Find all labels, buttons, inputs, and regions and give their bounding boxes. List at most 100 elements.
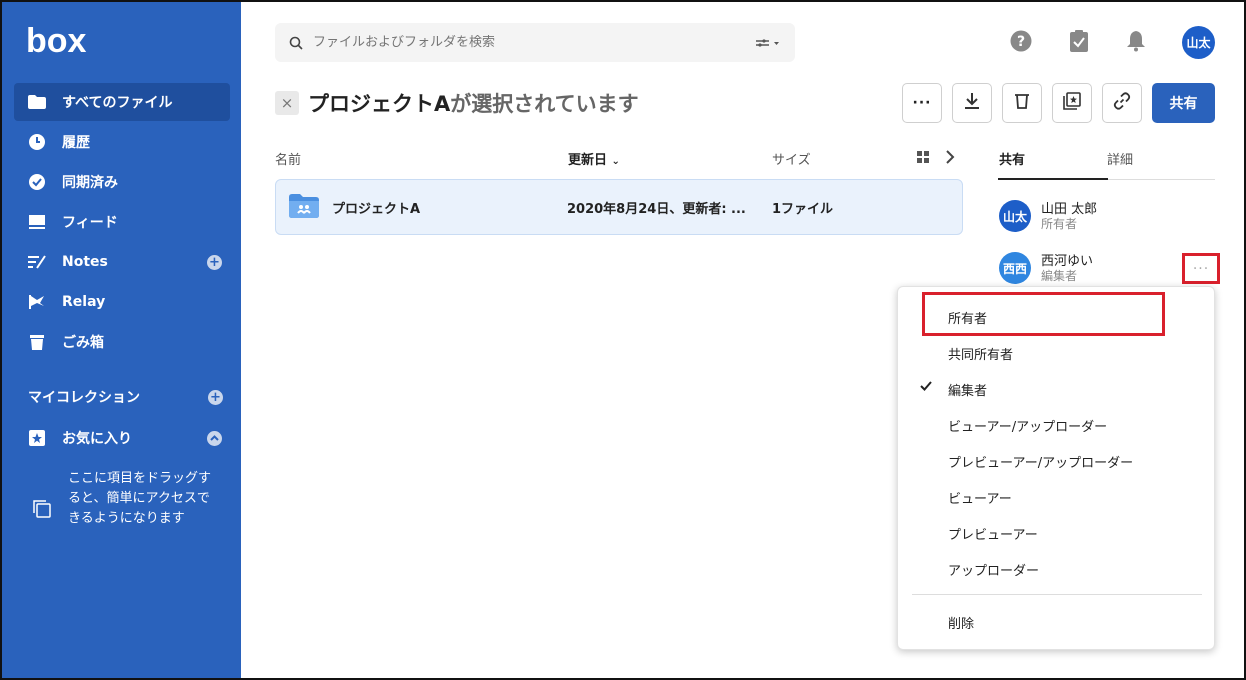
collaborator-owner: 山太 山田 太郎 所有者 xyxy=(999,198,1215,238)
star-collection-icon xyxy=(1063,92,1081,114)
column-header-updated-label: 更新日 xyxy=(568,153,608,168)
role-dropdown-menu: 所有者 共同所有者 編集者 ビューアー/アップローダー プレビューアー/アップロ… xyxy=(897,286,1215,650)
clear-selection-button[interactable]: × xyxy=(275,91,299,115)
chevron-right-icon[interactable] xyxy=(945,150,955,168)
sidebar-item-all-files[interactable]: すべてのファイル xyxy=(14,83,230,121)
sidebar-item-label: すべてのファイル xyxy=(62,95,173,111)
copy-icon xyxy=(32,499,52,529)
add-note-button[interactable]: + xyxy=(207,255,222,270)
menu-item-label: 削除 xyxy=(948,617,975,632)
menu-item-previewer[interactable]: プレビューアー xyxy=(898,515,1216,549)
sidebar-item-trash[interactable]: ごみ箱 xyxy=(14,323,230,361)
avatar: 西西 xyxy=(999,252,1031,284)
star-folder-icon xyxy=(26,427,48,449)
copy-link-button[interactable] xyxy=(1102,83,1142,123)
app-window: box すべてのファイル 履歴 同期済み フィード Notes + Relay … xyxy=(0,0,1246,680)
tasks-icon[interactable] xyxy=(1067,29,1091,53)
menu-divider xyxy=(912,594,1202,595)
share-button[interactable]: 共有 xyxy=(1152,83,1215,123)
sidebar-item-label: 同期済み xyxy=(62,175,118,191)
column-header-name[interactable]: 名前 xyxy=(275,149,301,168)
sidebar-item-notes[interactable]: Notes + xyxy=(14,243,230,281)
sidebar-item-feed[interactable]: フィード xyxy=(14,203,230,241)
svg-text:?: ? xyxy=(1017,34,1025,50)
download-icon xyxy=(964,92,980,114)
menu-item-label: プレビューアー/アップローダー xyxy=(948,456,1134,471)
sidebar-item-label: Relay xyxy=(62,294,106,310)
tab-active-indicator xyxy=(998,178,1108,180)
tab-details[interactable]: 詳細 xyxy=(1107,149,1133,168)
menu-item-viewer[interactable]: ビューアー xyxy=(898,479,1216,513)
row-name[interactable]: プロジェクトA xyxy=(332,198,420,217)
menu-item-label: ビューアー xyxy=(948,492,1012,507)
row-updated: 2020年8月24日、更新者: ... xyxy=(567,202,746,217)
menu-item-label: 共同所有者 xyxy=(948,348,1014,363)
table-row[interactable]: プロジェクトA 2020年8月24日、更新者: ... 1ファイル xyxy=(275,179,963,235)
menu-item-uploader[interactable]: アップローダー xyxy=(898,551,1216,585)
sidebar-item-label: フィード xyxy=(62,215,118,231)
clock-icon xyxy=(26,131,48,153)
brand-text: box xyxy=(26,24,87,58)
search-icon xyxy=(289,36,303,50)
tab-sharing[interactable]: 共有 xyxy=(999,149,1025,168)
more-icon: ··· xyxy=(912,95,932,111)
chevron-up-icon[interactable] xyxy=(207,431,222,446)
annotation-highlight-box xyxy=(922,292,1165,336)
trash-icon xyxy=(1014,92,1030,114)
feed-icon xyxy=(26,211,48,233)
sidebar-item-history[interactable]: 履歴 xyxy=(14,123,230,161)
download-button[interactable] xyxy=(952,83,992,123)
user-avatar[interactable]: 山太 xyxy=(1182,26,1215,59)
sidebar-item-label: 履歴 xyxy=(62,135,90,151)
sidebar: box すべてのファイル 履歴 同期済み フィード Notes + Relay … xyxy=(2,2,241,678)
sidebar-item-favorites[interactable]: お気に入り xyxy=(14,419,230,457)
folder-icon xyxy=(26,91,48,113)
collaborator-role: 編集者 xyxy=(1041,269,1078,283)
sidebar-item-relay[interactable]: Relay xyxy=(14,283,230,321)
bell-icon[interactable] xyxy=(1124,29,1148,53)
column-header-size[interactable]: サイズ xyxy=(772,149,811,168)
selection-suffix: が選択されています xyxy=(450,92,639,116)
favorites-drop-hint: ここに項目をドラッグすると、簡単にアクセスできるようになります xyxy=(32,469,222,529)
selected-item-name: プロジェクトA xyxy=(308,92,451,116)
menu-item-label: 編集者 xyxy=(948,384,988,399)
column-header-updated[interactable]: 更新日 ⌄ xyxy=(568,149,620,168)
more-icon: ··· xyxy=(1192,260,1210,277)
menu-item-remove[interactable]: 削除 xyxy=(898,604,1216,638)
menu-item-label: プレビューアー xyxy=(948,528,1038,543)
more-options-button[interactable]: ··· xyxy=(902,83,942,123)
shared-folder-icon xyxy=(289,194,319,222)
close-icon: × xyxy=(280,94,294,112)
filter-options-icon[interactable] xyxy=(755,35,781,54)
menu-item-editor[interactable]: 編集者 xyxy=(898,371,1216,405)
check-circle-icon xyxy=(26,171,48,193)
menu-item-co-owner[interactable]: 共同所有者 xyxy=(898,335,1216,369)
link-icon xyxy=(1113,92,1131,114)
grid-view-icon[interactable] xyxy=(917,151,930,168)
delete-button[interactable] xyxy=(1002,83,1042,123)
box-logo[interactable]: box xyxy=(26,22,88,62)
relay-icon xyxy=(26,291,48,313)
collections-header[interactable]: マイコレクション + xyxy=(28,387,223,407)
collaborator-options-button[interactable]: ··· xyxy=(1182,253,1220,284)
menu-item-viewer-uploader[interactable]: ビューアー/アップローダー xyxy=(898,407,1216,441)
menu-item-label: アップローダー xyxy=(948,564,1040,579)
row-size: 1ファイル xyxy=(772,202,834,217)
search-bar[interactable] xyxy=(275,23,795,62)
collections-title: マイコレクション xyxy=(28,390,140,406)
search-input[interactable] xyxy=(313,35,733,50)
menu-item-previewer-uploader[interactable]: プレビューアー/アップローダー xyxy=(898,443,1216,477)
help-icon[interactable]: ? xyxy=(1009,29,1033,53)
drop-hint-text: ここに項目をドラッグすると、簡単にアクセスできるようになります xyxy=(68,471,212,526)
sidebar-item-label: Notes xyxy=(62,254,108,270)
checkmark-icon xyxy=(919,379,933,397)
menu-item-label: ビューアー/アップローダー xyxy=(948,420,1108,435)
add-to-collection-button[interactable] xyxy=(1052,83,1092,123)
add-collection-button[interactable]: + xyxy=(208,390,223,405)
collaborator-role: 所有者 xyxy=(1041,217,1078,231)
avatar: 山太 xyxy=(999,200,1031,232)
sidebar-item-synced[interactable]: 同期済み xyxy=(14,163,230,201)
selection-title: プロジェクトAが選択されています xyxy=(308,88,639,118)
sidebar-item-label: お気に入り xyxy=(62,431,132,447)
trash-icon xyxy=(26,331,48,353)
